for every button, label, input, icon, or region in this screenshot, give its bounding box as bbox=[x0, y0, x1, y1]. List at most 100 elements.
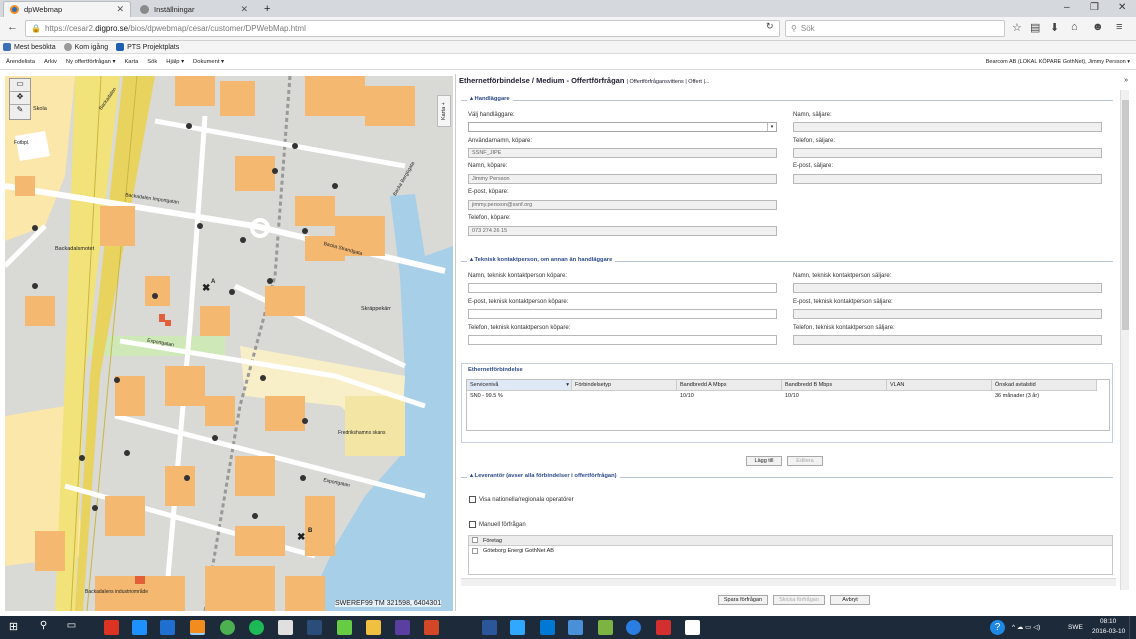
edit-button[interactable]: Editera bbox=[787, 456, 823, 466]
scroll-thumb[interactable] bbox=[1122, 100, 1129, 330]
folder-icon[interactable] bbox=[366, 620, 381, 635]
save-request-button[interactable]: Spara förfrågan bbox=[718, 595, 768, 605]
edge-icon[interactable] bbox=[132, 620, 147, 635]
bookmark-star-icon[interactable]: ☆ bbox=[1012, 21, 1022, 34]
menu-karta[interactable]: Karta bbox=[124, 59, 138, 65]
address-bar[interactable]: 🔒 https://cesar2. digpro.se/bios/dpwebmap… bbox=[25, 20, 780, 37]
word-icon[interactable] bbox=[482, 620, 497, 635]
download-icon[interactable]: ⬇ bbox=[1050, 21, 1059, 34]
map-toggle-tab[interactable]: Karta + bbox=[437, 95, 451, 127]
app-icon-1[interactable] bbox=[104, 620, 119, 635]
select-all-checkbox[interactable] bbox=[472, 537, 478, 543]
photoshop-icon[interactable] bbox=[510, 620, 525, 635]
send-request-button[interactable]: Skicka förfrågan bbox=[773, 595, 825, 605]
namn-teknisk-kopare-field[interactable] bbox=[468, 283, 777, 293]
supplier-checkbox[interactable] bbox=[472, 548, 478, 554]
clock-date[interactable]: 2016-03-10 bbox=[1092, 628, 1125, 635]
home-icon[interactable]: ⌂ bbox=[1071, 21, 1078, 33]
new-tab-button[interactable]: + bbox=[258, 1, 276, 17]
windows-start-icon[interactable]: ⊞ bbox=[6, 620, 21, 635]
chevron-down-icon[interactable]: ▾ bbox=[767, 123, 776, 131]
app-icon-5[interactable] bbox=[626, 620, 641, 635]
telefon-teknisk-saljare-field[interactable] bbox=[793, 335, 1102, 345]
telefon-saljare-field[interactable] bbox=[793, 148, 1102, 158]
section-legend[interactable]: ▴ Teknisk kontaktperson, om annan än han… bbox=[467, 257, 616, 263]
col-bandbredd-b[interactable]: Bandbredd B Mbps bbox=[782, 380, 887, 391]
epost-kopare-field[interactable]: jimmy.persson@ssnf.org bbox=[468, 200, 777, 210]
section-legend[interactable]: ▴ Handläggare bbox=[467, 96, 513, 102]
add-button[interactable]: Lägg till bbox=[746, 456, 782, 466]
hamburger-menu-icon[interactable]: ≡ bbox=[1116, 21, 1122, 33]
menu-dokument[interactable]: Dokument ▾ bbox=[193, 59, 224, 65]
help-icon[interactable]: ? bbox=[990, 620, 1005, 635]
namn-teknisk-saljare-field[interactable] bbox=[793, 283, 1102, 293]
chrome-icon[interactable] bbox=[220, 620, 235, 635]
epost-teknisk-kopare-field[interactable] bbox=[468, 309, 777, 319]
national-operators-checkbox[interactable] bbox=[469, 496, 476, 503]
bookmark-kom-igang[interactable]: Kom igång bbox=[63, 43, 108, 51]
acrobat-icon[interactable] bbox=[656, 620, 671, 635]
telefon-teknisk-kopare-field[interactable] bbox=[468, 335, 777, 345]
col-vlan[interactable]: VLAN bbox=[887, 380, 992, 391]
horizontal-scrollbar[interactable] bbox=[461, 578, 1116, 586]
table-row[interactable]: SN0 - 99.5 % 10/10 10/10 36 månader (3 å… bbox=[467, 391, 1109, 401]
visio-icon[interactable] bbox=[395, 620, 410, 635]
anvandarnamn-kopare-field[interactable]: SSNF_JIPE bbox=[468, 148, 777, 158]
show-desktop-button[interactable] bbox=[1129, 616, 1136, 639]
firefox-icon[interactable] bbox=[190, 620, 205, 635]
app-icon-4[interactable] bbox=[598, 620, 613, 635]
task-view-icon[interactable]: ▭ bbox=[64, 620, 79, 635]
store-icon[interactable] bbox=[278, 620, 293, 635]
tab-installningar[interactable]: Inställningar ✕ bbox=[134, 1, 254, 17]
spotify-icon[interactable] bbox=[249, 620, 264, 635]
bookmark-mest-besokta[interactable]: Mest besökta bbox=[3, 43, 56, 51]
telefon-kopare-field[interactable]: 073 274 26 15 bbox=[468, 226, 777, 236]
manual-request-checkbox[interactable] bbox=[469, 521, 476, 528]
menu-ny-offertforfragan[interactable]: Ny offertförfrågan ▾ bbox=[66, 59, 116, 65]
lightroom-icon[interactable] bbox=[307, 620, 322, 635]
col-servicenivå[interactable]: Servicenivå ▾ bbox=[467, 380, 572, 391]
menu-sok[interactable]: Sök bbox=[147, 59, 157, 65]
epost-saljare-field[interactable] bbox=[793, 174, 1102, 184]
powerpoint-icon[interactable] bbox=[424, 620, 439, 635]
app-icon-2[interactable] bbox=[337, 620, 352, 635]
close-tab-icon[interactable]: ✕ bbox=[116, 4, 124, 15]
handlaggare-select[interactable]: ▾ bbox=[468, 122, 777, 132]
epost-teknisk-saljare-field[interactable] bbox=[793, 309, 1102, 319]
list-item[interactable]: Göteborg Energi GothNet AB bbox=[469, 546, 1112, 556]
menu-arendelista[interactable]: Ärendelista bbox=[6, 59, 35, 65]
language-indicator[interactable]: SWE bbox=[1068, 624, 1083, 631]
back-arrow-icon[interactable]: ← bbox=[7, 21, 18, 33]
col-bandbredd-a[interactable]: Bandbredd A Mbps bbox=[677, 380, 782, 391]
menu-arkiv[interactable]: Arkiv bbox=[44, 59, 57, 65]
tray-icons[interactable]: ^ ☁ ▭ ◁) bbox=[1012, 623, 1040, 631]
bookmark-pts[interactable]: PTS Projektplats bbox=[116, 43, 179, 51]
col-forbindelsetyp[interactable]: Förbindelsetyp bbox=[572, 380, 677, 391]
collapse-icon[interactable]: » bbox=[1124, 77, 1128, 84]
reload-icon[interactable]: ↻ bbox=[766, 21, 774, 32]
close-window-icon[interactable]: ✕ bbox=[1118, 2, 1126, 13]
pan-icon[interactable]: ✥ bbox=[10, 92, 30, 105]
reading-list-icon[interactable]: ▤ bbox=[1030, 21, 1040, 34]
app-icon-6[interactable] bbox=[685, 620, 700, 635]
cancel-button[interactable]: Avbryt bbox=[830, 595, 870, 605]
tab-dpwebmap[interactable]: dpWebmap ✕ bbox=[3, 1, 131, 17]
namn-saljare-field[interactable] bbox=[793, 122, 1102, 132]
clock-time[interactable]: 08:10 bbox=[1100, 618, 1116, 625]
chat-icon[interactable]: ☻ bbox=[1092, 21, 1104, 33]
measure-icon[interactable]: ✎ bbox=[10, 105, 30, 118]
search-icon[interactable]: ⚲ bbox=[36, 620, 51, 635]
close-tab-icon[interactable]: ✕ bbox=[240, 4, 248, 15]
user-info-menu[interactable]: Bearcom AB (LOKAL KÖPARE GothNet), Jimmy… bbox=[986, 59, 1130, 65]
minimize-icon[interactable]: – bbox=[1064, 2, 1070, 13]
section-legend[interactable]: ▴ Leverantör (avser alla förbindelser i … bbox=[467, 473, 620, 479]
zoom-in-icon[interactable]: ▭ bbox=[10, 79, 30, 92]
restore-icon[interactable]: ❐ bbox=[1090, 2, 1099, 13]
col-avtalstid[interactable]: Önskad avtalstid bbox=[992, 380, 1097, 391]
vertical-scrollbar[interactable] bbox=[1120, 90, 1129, 590]
outlook-icon[interactable] bbox=[540, 620, 555, 635]
menu-hjalp[interactable]: Hjälp ▾ bbox=[166, 59, 184, 65]
search-field[interactable]: ⚲ Sök bbox=[785, 20, 1005, 37]
ie-icon[interactable] bbox=[160, 620, 175, 635]
app-icon-3[interactable] bbox=[568, 620, 583, 635]
